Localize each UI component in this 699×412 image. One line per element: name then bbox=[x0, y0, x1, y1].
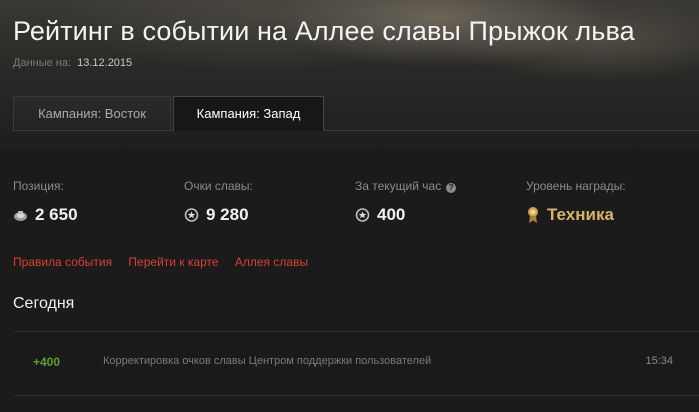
position-icon bbox=[13, 209, 28, 222]
stat-glory-points-label: Очки славы: bbox=[184, 179, 253, 193]
help-icon[interactable]: ? bbox=[446, 183, 457, 193]
link-go-to-map[interactable]: Перейти к карте bbox=[128, 255, 218, 269]
stat-reward-level-value: Техника bbox=[547, 205, 614, 224]
stat-position-value: 2 650 bbox=[35, 205, 78, 224]
stat-current-hour: За текущий час? 400 bbox=[355, 179, 457, 225]
stat-glory-points: Очки славы: 9 280 bbox=[184, 179, 253, 225]
data-date-label: Данные на: bbox=[13, 57, 72, 69]
stat-glory-points-value: 9 280 bbox=[206, 205, 249, 224]
medal-icon bbox=[526, 206, 540, 224]
campaign-tabs: Кампания: Восток Кампания: Запад bbox=[13, 96, 699, 131]
list-item: +400 Корректировка очков славы Центром п… bbox=[13, 332, 699, 395]
stat-current-hour-label-wrap: За текущий час? bbox=[355, 179, 457, 193]
stat-position-label: Позиция: bbox=[13, 179, 64, 193]
link-alley-of-glory[interactable]: Аллея славы bbox=[235, 255, 308, 269]
link-event-rules[interactable]: Правила события bbox=[13, 255, 112, 269]
entry-points: +400 bbox=[33, 355, 61, 369]
stat-reward-level: Уровень награды: Техника bbox=[526, 179, 626, 225]
section-today-title: Сегодня bbox=[13, 295, 75, 312]
tab-campaign-west[interactable]: Кампания: Запад bbox=[173, 96, 324, 131]
tab-campaign-east[interactable]: Кампания: Восток bbox=[13, 96, 171, 130]
data-date-value: 13.12.2015 bbox=[77, 57, 133, 69]
event-links: Правила события Перейти к карте Аллея сл… bbox=[13, 255, 321, 269]
stat-current-hour-value: 400 bbox=[377, 205, 406, 224]
stat-current-hour-label: За текущий час bbox=[355, 179, 442, 193]
page-title: Рейтинг в событии на Аллее славы Прыжок … bbox=[13, 16, 635, 46]
stat-reward-level-label: Уровень награды: bbox=[526, 179, 626, 193]
glory-points-icon bbox=[184, 208, 199, 222]
glory-points-icon bbox=[355, 208, 370, 222]
data-date: Данные на: 13.12.2015 bbox=[13, 57, 132, 69]
today-feed: +400 Корректировка очков славы Центром п… bbox=[13, 331, 699, 396]
entry-description: Корректировка очков славы Центром поддер… bbox=[103, 355, 432, 367]
entry-time: 15:34 bbox=[645, 355, 673, 367]
stat-position: Позиция: 2 650 bbox=[13, 179, 78, 225]
